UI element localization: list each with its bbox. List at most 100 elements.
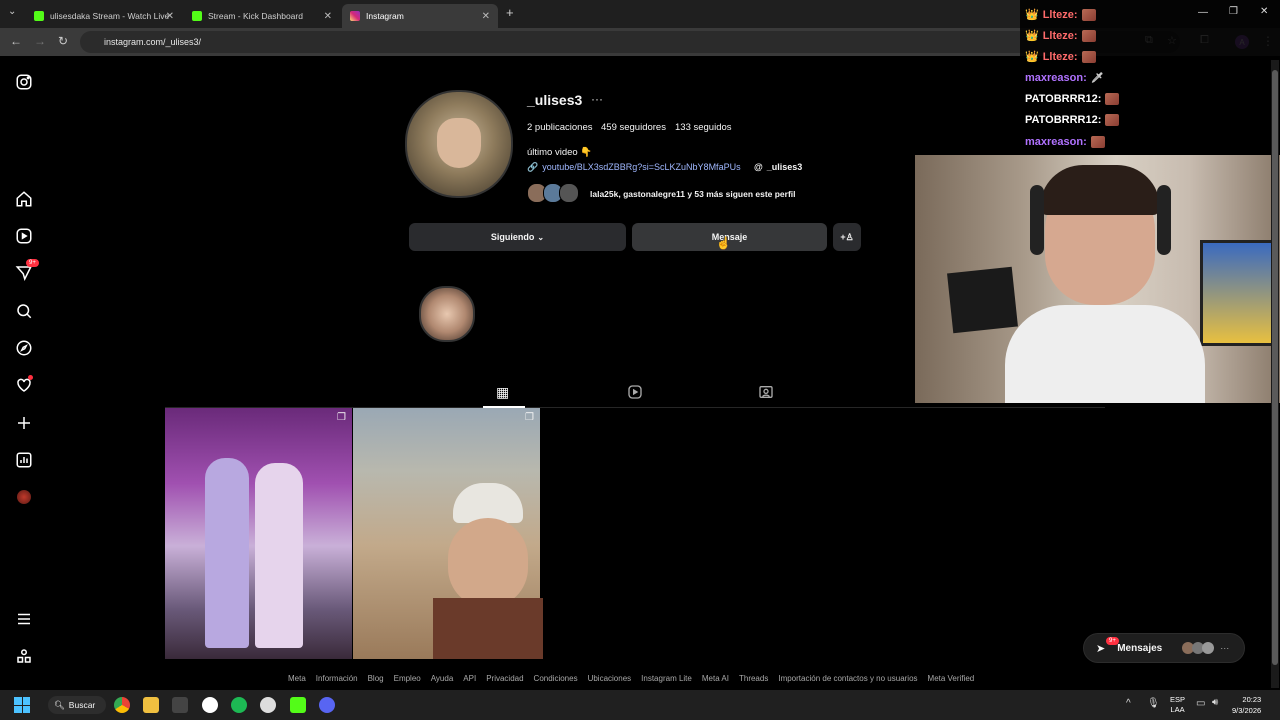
footer-link[interactable]: Instagram Lite (641, 674, 692, 683)
footer-link[interactable]: Ayuda (431, 674, 454, 683)
maximize-icon[interactable]: ❐ (1229, 6, 1238, 17)
bio-link-text: youtube/BLX3sdZBBRg?si=ScLKZuNbY8MfaPUs (542, 162, 741, 172)
direct-messages-icon: ➤ (1096, 642, 1106, 655)
reels-tab-icon[interactable] (627, 384, 643, 403)
explore-icon[interactable] (14, 338, 34, 358)
meta-apps-icon[interactable] (14, 646, 34, 666)
clock-time: 20:23 (1242, 695, 1262, 704)
post-thumbnail[interactable]: ❐ (165, 408, 352, 659)
following-button[interactable]: Siguiendo ⌄ (409, 223, 626, 251)
tagged-tab-icon[interactable] (758, 384, 774, 403)
discord-icon[interactable] (319, 697, 335, 713)
following-button-label: Siguiendo (490, 232, 535, 242)
close-window-icon[interactable]: ✕ (1260, 6, 1268, 17)
tab-kick-dashboard[interactable]: Stream - Kick Dashboard ✕ (184, 4, 340, 28)
footer-link[interactable]: Importación de contactos y no usuarios (778, 674, 917, 683)
tab-instagram[interactable]: Instagram ✕ (342, 4, 498, 28)
cap (453, 483, 523, 523)
followed-by-avatars[interactable] (527, 183, 579, 203)
direct-messages-icon[interactable]: 9+ (14, 259, 39, 283)
volume-icon[interactable]: 🔊︎ (1212, 697, 1218, 708)
suggest-people-icon[interactable]: +♙ (833, 223, 861, 251)
posts-grid-icon[interactable]: ▦ (496, 384, 509, 401)
new-tab-icon[interactable]: + (506, 5, 514, 20)
language-indicator[interactable]: ESP LAA (1170, 695, 1185, 715)
chat-line: PATOBRRR12: (1025, 114, 1120, 126)
url-field[interactable]: instagram.com/_ulises3/ (80, 31, 1180, 53)
reels-icon[interactable] (14, 226, 34, 246)
spotify-icon[interactable] (231, 697, 247, 713)
app-icon[interactable] (172, 697, 188, 713)
post-thumbnail[interactable]: ❐ (353, 408, 543, 659)
followers-count[interactable]: 459 seguidores (601, 122, 666, 133)
emote-icon (1081, 50, 1096, 63)
following-count[interactable]: 133 seguidos (675, 122, 732, 133)
more-menu-icon[interactable] (14, 609, 34, 629)
chevron-up-icon[interactable]: ^ (1126, 698, 1131, 709)
footer-link[interactable]: Meta (288, 674, 306, 683)
close-tab-icon[interactable]: ✕ (324, 11, 332, 22)
network-icon[interactable]: ▭ (1196, 698, 1205, 709)
bio-text: último video 👇 (527, 147, 593, 158)
page-scrollbar[interactable] (1271, 60, 1279, 688)
search-icon[interactable] (14, 301, 34, 321)
url-text: instagram.com/_ulises3/ (104, 37, 202, 47)
dashboard-icon[interactable] (14, 450, 34, 470)
home-icon[interactable] (14, 189, 34, 209)
file-explorer-icon[interactable] (143, 697, 159, 713)
tab-list-icon[interactable]: ⌄ (8, 6, 16, 17)
streamer-hair (1040, 165, 1160, 215)
footer-link[interactable]: API (463, 674, 476, 683)
chrome-icon[interactable] (114, 697, 130, 713)
forward-icon[interactable]: → (34, 34, 46, 48)
story-highlight[interactable] (419, 286, 475, 342)
chat-username: Llteze: (1042, 8, 1078, 21)
posts-count[interactable]: 2 publicaciones (527, 122, 593, 133)
clock-date: 9/3/2026 (1232, 706, 1262, 715)
footer-link[interactable]: Threads (739, 674, 768, 683)
instagram-logo-icon[interactable] (14, 72, 34, 92)
footer-link[interactable]: Información (316, 674, 358, 683)
threads-link[interactable]: @ _ulises3 (754, 162, 802, 172)
reload-icon[interactable]: ↻ (58, 34, 68, 48)
followed-by-text[interactable]: lala25k, gastonalegre11 y 53 más siguen … (590, 189, 796, 199)
scrollbar-thumb[interactable] (1272, 70, 1278, 665)
emote-icon (1081, 29, 1096, 42)
microphone-icon[interactable]: 🎙︎ (1147, 698, 1160, 709)
footer-link[interactable]: Empleo (394, 674, 421, 683)
options-ellipsis-icon[interactable]: ··· (591, 92, 603, 106)
chat-username: maxreason: (1025, 136, 1087, 148)
messages-widget[interactable]: ➤ 9+ Mensajes ··· (1083, 633, 1245, 663)
streamer-shirt (1005, 305, 1205, 403)
footer-link[interactable]: Condiciones (534, 674, 578, 683)
emote-icon (1081, 8, 1096, 21)
close-tab-icon[interactable]: ✕ (166, 11, 174, 22)
profile-username: _ulises3 (527, 92, 583, 108)
app-icon[interactable] (260, 697, 276, 713)
back-icon[interactable]: ← (10, 34, 22, 48)
windows-start-icon[interactable] (14, 697, 30, 713)
footer-link[interactable]: Meta Verified (928, 674, 975, 683)
footer-link[interactable]: Blog (368, 674, 384, 683)
footer-link[interactable]: Ubicaciones (588, 674, 632, 683)
multi-post-icon: ❐ (337, 412, 346, 423)
create-plus-icon[interactable] (14, 413, 34, 433)
kick-icon[interactable] (290, 697, 306, 713)
close-tab-icon[interactable]: ✕ (482, 11, 490, 22)
clock[interactable]: 20:23 9/3/2026 (1232, 694, 1261, 716)
footer-link[interactable]: Privacidad (486, 674, 523, 683)
crown-icon: 👑 (1025, 51, 1039, 63)
taskbar-search[interactable]: 🔍︎ Buscar (48, 696, 106, 714)
search-label: Buscar (68, 700, 96, 710)
footer-link[interactable]: Meta AI (702, 674, 729, 683)
minimize-icon[interactable]: — (1198, 7, 1208, 18)
profile-picture-face (437, 118, 481, 168)
emote-icon (1090, 136, 1105, 148)
tab-kick-stream[interactable]: ulisesdaka Stream - Watch Live ✕ (26, 4, 182, 28)
notifications-heart-icon[interactable] (14, 375, 34, 395)
profile-avatar-icon[interactable] (14, 487, 34, 507)
profile-picture[interactable] (405, 90, 513, 198)
bio-link[interactable]: 🔗 youtube/BLX3sdZBBRg?si=ScLKZuNbY8MfaPU… (527, 162, 741, 173)
person-figure (205, 458, 249, 648)
chatgpt-icon[interactable] (202, 697, 218, 713)
